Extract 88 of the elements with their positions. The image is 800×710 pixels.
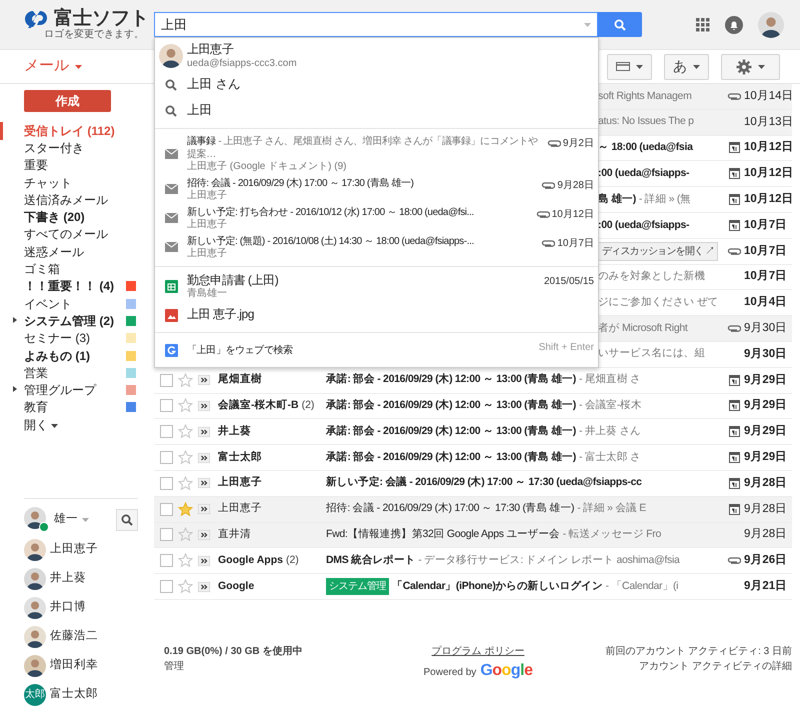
suggestion-subtitle: 青島雄一 xyxy=(187,288,228,300)
date-text: 9月29日 xyxy=(743,424,788,440)
logo-note: ロゴを変更できます。 xyxy=(44,28,145,40)
date-text: 9月26日 xyxy=(743,553,788,568)
date-text: 9月30日 xyxy=(743,320,788,336)
snippet-text: - 富士太郎 さ xyxy=(579,450,641,465)
snippet-text: いサービス名には、組 xyxy=(598,346,706,362)
date-text: 10月12日 xyxy=(743,140,792,156)
date-text: 9月2日 xyxy=(562,136,594,151)
suggestion-title: 上田 恵子.jpg xyxy=(187,307,256,323)
snippet-text: soft Rights Managem xyxy=(598,88,692,104)
date-text: 10月12日 xyxy=(743,192,792,207)
snippet-text: - 「Calendar」(i xyxy=(606,578,678,594)
date-text: 9月28日 xyxy=(743,476,788,491)
date-text: 10月13日 xyxy=(743,114,792,130)
date-text: 9月21日 xyxy=(743,578,788,594)
date-text: 9月29日 xyxy=(743,398,788,414)
snippet-text: 者が Microsoft Right xyxy=(598,320,688,336)
snippet-text: - 会議室-桜木 xyxy=(579,398,642,414)
subject-text: DMS 統合レポート xyxy=(326,552,416,568)
date-text: 9月28日 xyxy=(557,178,594,193)
suggestion-subtitle: ueda@fsiapps-ccc3.com xyxy=(187,58,298,70)
subject-text: 承諾: 部会 - 2016/09/29 (木) 12:00 ～ 13:00 (青島 雄一) xyxy=(326,424,576,439)
date-text: 10月4日 xyxy=(743,295,788,310)
date-text: 9月29日 xyxy=(743,450,788,465)
suggestion-title: 上田恵子 xyxy=(187,42,234,58)
last-activity-text: 前回のアカウント アクティビティ: 3 日前 xyxy=(604,644,792,659)
suggestion-subtitle: 上田恵子 xyxy=(187,190,228,202)
snippet-text: ジにご参加ください ぜて xyxy=(598,294,718,310)
date-text: 10月7日 xyxy=(743,218,788,233)
sender-name: 会議室-桜木町-B xyxy=(218,399,299,412)
date-text: 10月12日 xyxy=(743,166,792,182)
powered-by-text: Powered by xyxy=(424,666,476,680)
date-text: 10月7日 xyxy=(557,236,594,251)
suggestion-title: 新しい予定: (無題) - 2016/10/08 (土) 14:30 ～ 18:00 (ueda@fsiapps-... xyxy=(187,234,475,248)
logo-text: 富士ソフト xyxy=(54,9,149,28)
subject-text: :00 (ueda@fsiapps- xyxy=(598,166,690,181)
date-text: 10月7日 xyxy=(743,244,788,259)
snippet-text: - 詳細 » 会議 E xyxy=(577,501,646,516)
suggestion-subtitle: 上田恵子 xyxy=(187,248,228,260)
google-logo: Google xyxy=(480,660,532,681)
subject-text: ～ 18:00 (ueda@fsia xyxy=(598,140,693,156)
suggestion-title: 上田 xyxy=(187,102,214,119)
sender-name: 尾畑直樹 xyxy=(218,373,262,386)
suggestion-title: 新しい予定: 打ち合わせ - 2016/10/12 (水) 17:00 ～ 18:00 (ueda@fsi... xyxy=(187,206,475,218)
date-text: 9月28日 xyxy=(743,527,788,542)
storage-usage-text: 0.19 GB(0%) / 30 GB を使用中 xyxy=(164,644,304,659)
suggestion-title: 招待: 会議 - 2016/09/29 (木) 17:00 ～ 17:30 (青島 雄一) xyxy=(187,176,415,190)
sender-name: 富士太郎 xyxy=(218,450,262,463)
sender-name: Google xyxy=(218,580,254,592)
sender-name: Google Apps xyxy=(218,554,283,566)
date-text: 9月29日 xyxy=(743,372,788,388)
subject-text: 新しい予定: 会議 - 2016/09/29 (木) 17:00 ～ 17:30 (ueda@fsiapps-cc xyxy=(326,475,642,490)
suggestion-title: 議事録 - 上田恵子 さん、尾畑直樹 さん、増田利幸 さんが「議事録」にコメントや提案… xyxy=(187,134,539,160)
sender-name: 直井清 xyxy=(218,528,251,540)
snippet-text: - 井上葵 さん xyxy=(579,424,641,439)
snippet-text: - 尾畑直樹 さ xyxy=(579,372,641,388)
sender-name: 上田恵子 xyxy=(218,502,262,514)
date-text: 10月12日 xyxy=(552,208,594,222)
subject-text: 招待: 会議 - 2016/09/29 (木) 17:00 ～ 17:30 (青島 雄一) xyxy=(326,501,574,516)
avatar-initials: 太郎 xyxy=(24,684,46,706)
shortcut-hint: Shift + Enter xyxy=(538,341,594,356)
suggestion-subtitle: 上田恵子 xyxy=(187,218,228,231)
thread-count: (2) xyxy=(286,554,299,566)
subject-text: 島 雄一) xyxy=(598,192,636,207)
suggestion-subtitle: 上田恵子 (Google ドキュメント) (9) xyxy=(187,160,348,173)
snippet-text: - 詳細 » (無 xyxy=(638,192,691,207)
subject-text: Fwd:【情報連携】第32回 Google Apps ユーザー会 xyxy=(326,527,560,542)
date-text: 2015/05/15 xyxy=(544,274,594,289)
subject-text: 承諾: 部会 - 2016/09/29 (木) 12:00 ～ 13:00 (青島 雄一) xyxy=(326,450,576,465)
label-tag: システム管理 xyxy=(326,578,389,596)
date-text: 9月30日 xyxy=(743,346,788,362)
date-text: 10月14日 xyxy=(743,88,792,104)
subject-text: :00 (ueda@fsiapps- xyxy=(598,218,690,232)
snippet-text: - データ移行サービス: ドメイン レポート aoshima@fsia xyxy=(418,552,680,568)
suggestion-title: 上田 さん xyxy=(187,76,242,93)
subject-text: 承諾: 部会 - 2016/09/29 (木) 12:00 ～ 13:00 (青島 雄一) xyxy=(326,398,576,414)
suggestion-title: 勤怠申請書 (上田) xyxy=(187,272,280,288)
subject-text: 「Calendar」(iPhone)からの新しいログイン xyxy=(392,578,603,594)
sender-name: 井上葵 xyxy=(218,424,251,437)
sender-name: 上田恵子 xyxy=(218,476,262,488)
snippet-text: atus: No Issues The p xyxy=(598,114,694,130)
date-text: 10月7日 xyxy=(743,269,788,284)
subject-text: 承諾: 部会 - 2016/09/29 (木) 12:00 ～ 13:00 (青島 雄一) xyxy=(326,372,576,388)
date-text: 9月28日 xyxy=(743,502,788,517)
snippet-text: - 転送メッセージ Fro xyxy=(562,527,661,542)
thread-count: (2) xyxy=(302,399,314,412)
suggestion-title: 「上田」をウェブで検索 xyxy=(187,344,294,357)
